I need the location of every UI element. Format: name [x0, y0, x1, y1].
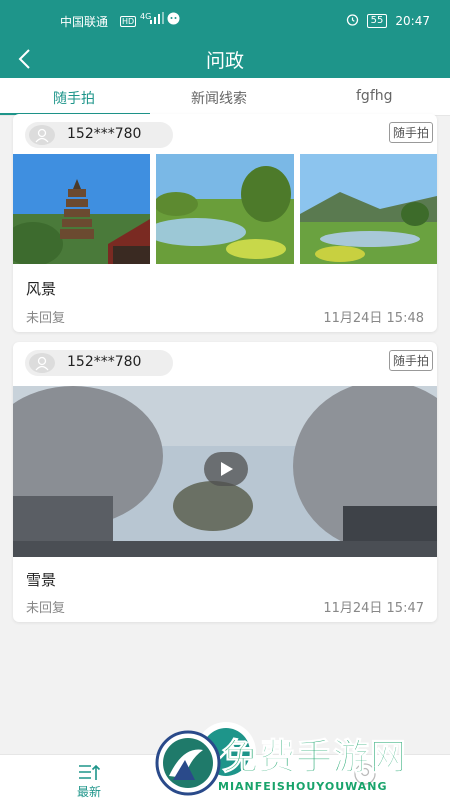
post-image-garden-pond[interactable] [156, 154, 294, 264]
latest-list-icon [79, 764, 101, 780]
clock: 20:47 [395, 14, 430, 28]
watermark-logo [155, 730, 221, 796]
category-tag: 随手拍 [388, 122, 433, 143]
network-badge: HD 4G [120, 12, 152, 27]
battery-indicator: 55 [366, 14, 388, 28]
play-icon [221, 462, 233, 476]
carrier-name: 中国联通 [60, 15, 109, 29]
reply-status: 未回复 [26, 601, 66, 616]
play-button[interactable] [204, 452, 248, 486]
wechat-icon [167, 12, 180, 28]
post-video[interactable] [13, 386, 437, 557]
post-time: 11月24日 15:48 [323, 311, 424, 326]
nav-latest[interactable]: 最新 [64, 759, 114, 799]
post-title: 风景 [26, 280, 57, 298]
post-image-pagoda[interactable] [13, 154, 150, 264]
tab-fgfhg[interactable]: fgfhg [356, 88, 393, 104]
user-avatar-icon [29, 353, 55, 373]
nav-latest-label: 最新 [76, 785, 101, 799]
post-author: 152***780 [25, 350, 173, 376]
post-title: 雪景 [26, 571, 57, 589]
username: 152***780 [67, 354, 142, 370]
alarm-icon [346, 13, 359, 29]
tab-suishoupai[interactable]: 随手拍 [53, 88, 95, 108]
watermark-title: 免费手游网 [221, 737, 408, 779]
post-card[interactable]: 152***780 随手拍 雪景 未回复 11月24日 15:47 [13, 342, 437, 622]
page-title: 问政 [205, 50, 244, 72]
watermark-subtitle: MIANFEISHOUYOUWANG [218, 780, 388, 793]
signal-icon [150, 12, 164, 27]
user-avatar-icon [29, 125, 55, 145]
reply-status: 未回复 [26, 311, 66, 326]
tab-news-clues[interactable]: 新闻线索 [191, 88, 247, 108]
post-card[interactable]: 152***780 随手拍 风景 未回复 11月24日 15:48 [13, 114, 437, 332]
post-image-lake-hills[interactable] [300, 154, 437, 264]
tab-bar: 随手拍 新闻线索 fgfhg [0, 78, 450, 116]
username: 152***780 [67, 126, 142, 142]
post-author: 152***780 [25, 122, 173, 148]
post-time: 11月24日 15:47 [323, 601, 424, 616]
category-tag: 随手拍 [388, 350, 433, 371]
status-bar: 中国联通 HD 4G 55 20:47 [0, 0, 450, 40]
app-header: 问政 [0, 40, 450, 78]
